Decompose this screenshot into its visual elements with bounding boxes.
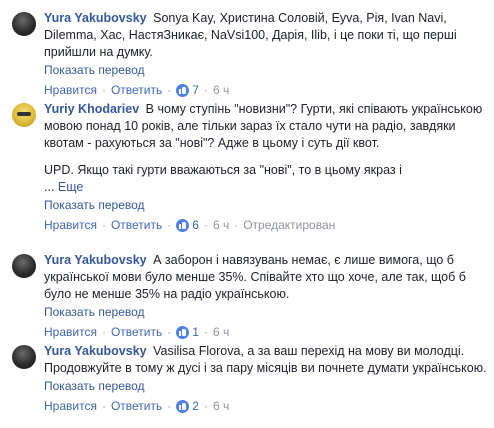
comment-actions: Нравится · Ответить · 7 · 6 ч	[44, 82, 490, 98]
comment-author-link[interactable]: Yura Yakubovsky	[44, 11, 147, 25]
comment: Yura Yakubovsky Vasilisa Florova, а за в…	[12, 343, 490, 414]
avatar[interactable]	[12, 345, 36, 369]
separator-dot: ·	[101, 325, 106, 339]
avatar[interactable]	[12, 254, 36, 278]
comment-body: Yura Yakubovsky Vasilisa Florova, а за в…	[44, 343, 490, 377]
comment-actions: Нравится · Ответить · 2 · 6 ч	[44, 398, 490, 414]
timestamp[interactable]: 6 ч	[213, 324, 229, 340]
comment: Yuriy Khodariev В чому ступінь "новизни"…	[12, 101, 490, 233]
separator-dot: ·	[203, 325, 208, 339]
avatar[interactable]	[12, 12, 36, 36]
avatar[interactable]	[12, 103, 36, 127]
comment: Yura Yakubovsky Sonya Kay, Христина Соло…	[12, 10, 490, 98]
like-button[interactable]: Нравится	[44, 82, 97, 98]
thumbs-up-icon	[176, 83, 190, 97]
timestamp[interactable]: 6 ч	[213, 217, 229, 233]
separator-dot: ·	[167, 83, 172, 97]
timestamp[interactable]: 6 ч	[213, 82, 229, 98]
comment-body: Yura Yakubovsky А заборон і навязувань н…	[44, 252, 490, 303]
separator-dot: ·	[101, 399, 106, 413]
comment-update-text: UPD. Якщо такі гурти вважаються за "нові…	[44, 163, 402, 194]
separator-dot: ·	[167, 325, 172, 339]
separator-dot: ·	[203, 399, 208, 413]
like-count: 1	[192, 325, 199, 339]
thumbs-up-icon	[176, 218, 190, 232]
comment-author-link[interactable]: Yura Yakubovsky	[44, 253, 147, 267]
separator-dot: ·	[203, 218, 208, 232]
see-more-link[interactable]: Еще	[58, 180, 83, 194]
like-button[interactable]: Нравится	[44, 324, 97, 340]
like-count: 2	[192, 399, 199, 413]
reply-button[interactable]: Ответить	[111, 324, 162, 340]
reaction-count[interactable]: 7	[176, 82, 199, 98]
thumbs-up-icon	[176, 399, 190, 413]
comment: Yura Yakubovsky А заборон і навязувань н…	[12, 252, 490, 340]
reply-button[interactable]: Ответить	[111, 82, 162, 98]
comment-author-link[interactable]: Yuriy Khodariev	[44, 102, 139, 116]
comment-body: Yuriy Khodariev В чому ступінь "новизни"…	[44, 101, 490, 152]
separator-dot: ·	[101, 83, 106, 97]
reaction-count[interactable]: 1	[176, 324, 199, 340]
comment-body: Yura Yakubovsky Sonya Kay, Христина Соло…	[44, 10, 490, 61]
show-translation-link[interactable]: Показать перевод	[44, 197, 490, 213]
separator-dot: ·	[167, 399, 172, 413]
like-button[interactable]: Нравится	[44, 217, 97, 233]
thumbs-up-icon	[176, 325, 190, 339]
comment-actions: Нравится · Ответить · 1 · 6 ч	[44, 324, 490, 340]
separator-dot: ·	[234, 218, 239, 232]
separator-dot: ·	[167, 218, 172, 232]
separator-dot: ·	[203, 83, 208, 97]
comment-actions: Нравится · Ответить · 6 · 6 ч · Отредакт…	[44, 217, 490, 233]
separator-dot: ·	[101, 218, 106, 232]
like-count: 6	[192, 218, 199, 232]
comment-author-link[interactable]: Yura Yakubovsky	[44, 344, 147, 358]
reply-button[interactable]: Ответить	[111, 217, 162, 233]
ellipsis: ...	[44, 180, 58, 194]
show-translation-link[interactable]: Показать перевод	[44, 304, 490, 320]
reaction-count[interactable]: 2	[176, 398, 199, 414]
like-count: 7	[192, 83, 199, 97]
show-translation-link[interactable]: Показать перевод	[44, 378, 490, 394]
like-button[interactable]: Нравится	[44, 398, 97, 414]
edited-label[interactable]: Отредактирован	[243, 217, 335, 233]
timestamp[interactable]: 6 ч	[213, 398, 229, 414]
reaction-count[interactable]: 6	[176, 217, 199, 233]
show-translation-link[interactable]: Показать перевод	[44, 62, 490, 78]
reply-button[interactable]: Ответить	[111, 398, 162, 414]
